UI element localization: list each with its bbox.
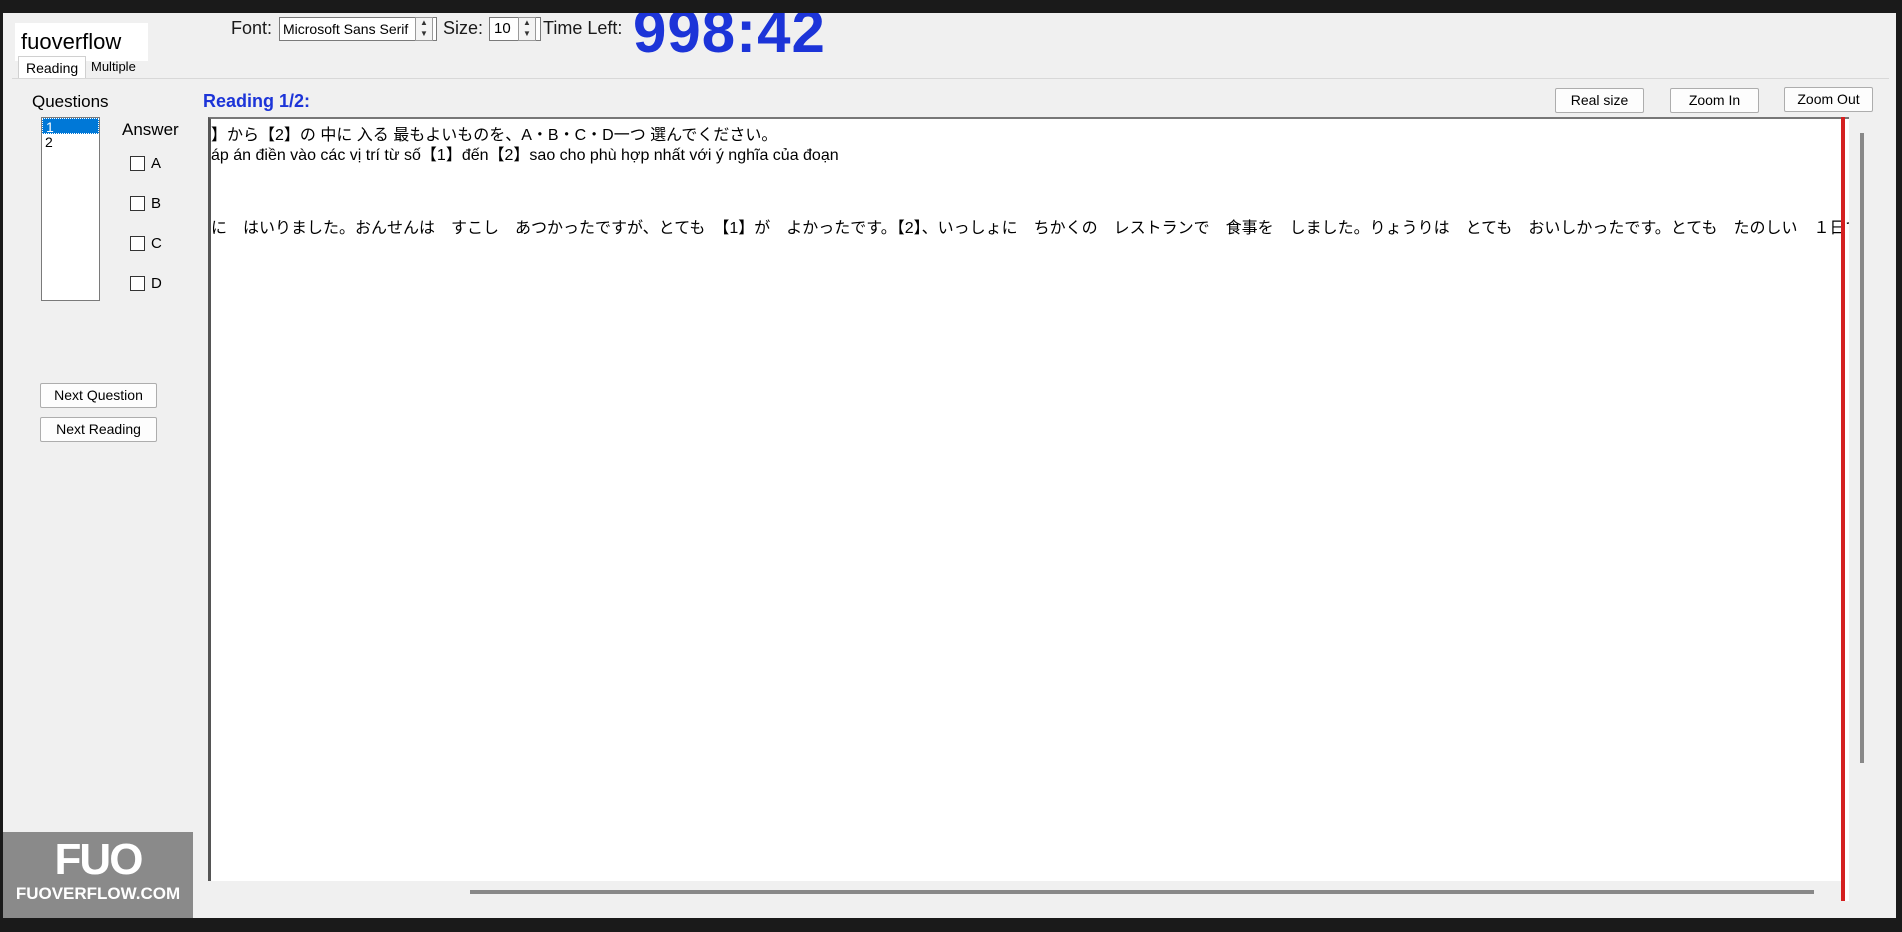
font-spin-buttons[interactable]: ▲ ▼ xyxy=(415,17,433,41)
font-label: Font: xyxy=(231,18,273,38)
horizontal-scroll-thumb[interactable] xyxy=(470,890,1814,894)
next-reading-button[interactable]: Next Reading xyxy=(40,417,157,442)
logo-domain: FUOVERFLOW.COM xyxy=(15,884,181,903)
time-left-label: Time Left: xyxy=(543,18,623,38)
questions-list[interactable]: 1 2 xyxy=(41,117,100,301)
tab-multiple-choices[interactable]: Multiple Choices xyxy=(84,56,145,96)
question-item-1[interactable]: 1 xyxy=(42,118,99,135)
vertical-scroll-thumb[interactable] xyxy=(1860,133,1864,763)
bottom-frame-bar xyxy=(0,918,1902,932)
answer-option-a-label: A xyxy=(151,155,162,172)
answer-option-b[interactable]: B xyxy=(130,195,161,212)
size-spin-buttons[interactable]: ▲ ▼ xyxy=(518,17,536,41)
font-combo[interactable]: Microsoft Sans Serif xyxy=(279,17,437,41)
top-frame-bar xyxy=(0,0,1902,13)
checkbox-b[interactable] xyxy=(130,196,145,211)
answer-option-d-label: D xyxy=(151,275,162,292)
watermark-logo: FUO FUOVERFLOW.COM xyxy=(3,832,193,918)
red-marker-bar xyxy=(1841,117,1845,901)
answer-option-c-label: C xyxy=(151,235,162,252)
checkbox-c[interactable] xyxy=(130,236,145,251)
time-left-value: 998:42 xyxy=(633,13,826,65)
questions-heading: Questions xyxy=(32,92,109,111)
real-size-button[interactable]: Real size xyxy=(1555,88,1644,113)
question-item-2[interactable]: 2 xyxy=(42,134,99,150)
tab-reading[interactable]: Reading xyxy=(18,56,87,79)
next-question-button[interactable]: Next Question xyxy=(40,383,157,408)
spin-up-icon[interactable]: ▲ xyxy=(416,18,432,29)
spin-down-icon[interactable]: ▼ xyxy=(416,29,432,40)
reading-title: Reading 1/2: xyxy=(203,91,311,111)
answer-option-d[interactable]: D xyxy=(130,275,162,292)
reading-text-area[interactable]: 】から【2】の 中に 入る 最もよいものを、A・B・C・D一つ 選んでください。… xyxy=(208,117,1873,901)
answer-option-b-label: B xyxy=(151,195,162,212)
zoom-in-button[interactable]: Zoom In xyxy=(1670,88,1759,113)
spin-up-icon[interactable]: ▲ xyxy=(519,18,535,29)
checkbox-d[interactable] xyxy=(130,276,145,291)
exam-window: Font: Microsoft Sans Serif ▲ ▼ Size: 10 … xyxy=(3,13,1896,918)
answer-option-c[interactable]: C xyxy=(130,235,162,252)
answer-option-a[interactable]: A xyxy=(130,155,161,172)
size-label: Size: xyxy=(443,18,484,38)
answer-heading: Answer xyxy=(122,120,179,139)
checkbox-a[interactable] xyxy=(130,156,145,171)
reading-line-2: áp án điền vào các vị trí từ số【1】đến【2】… xyxy=(211,147,839,164)
zoom-out-button[interactable]: Zoom Out xyxy=(1784,87,1873,112)
reading-line-3: に はいりました。おんせんは すこし あつかったですが、とても 【1】が よかっ… xyxy=(211,220,1873,237)
spin-down-icon[interactable]: ▼ xyxy=(519,29,535,40)
logo-mark: FUO xyxy=(54,835,144,884)
